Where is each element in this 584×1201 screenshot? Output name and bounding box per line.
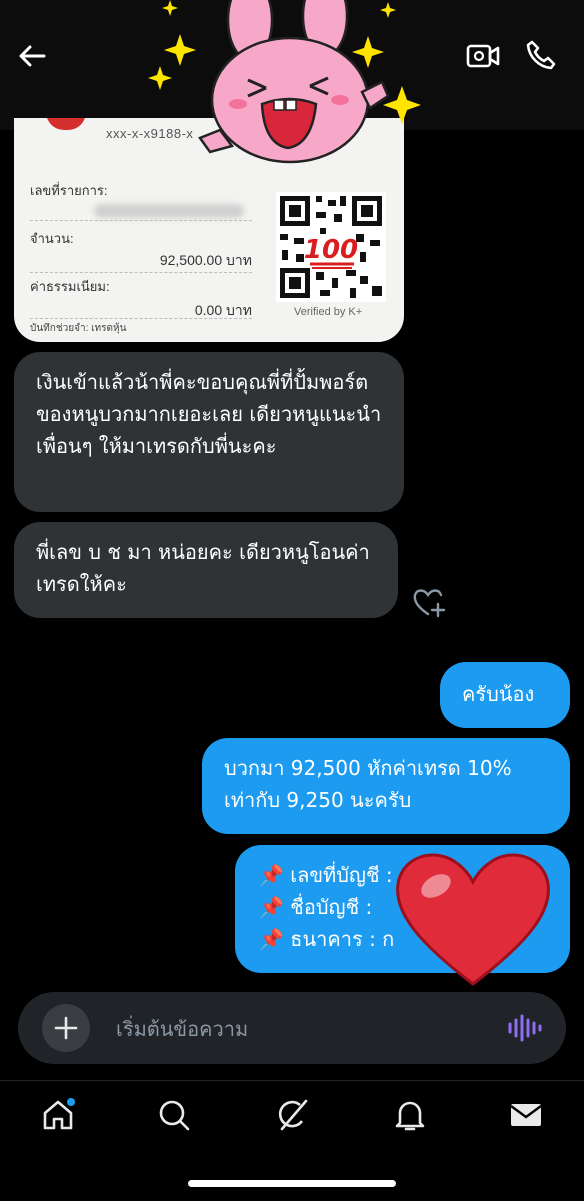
add-reaction-heart-icon[interactable]: [412, 586, 446, 618]
qr-code-icon: 100: [276, 192, 386, 302]
slip-amount-value: 92,500.00 บาท: [159, 252, 252, 268]
add-attachment-button[interactable]: [42, 1004, 90, 1052]
video-call-icon[interactable]: [465, 40, 501, 72]
slip-ref-redacted: [94, 204, 244, 218]
phone-call-icon[interactable]: [524, 38, 558, 72]
home-indicator: [188, 1180, 396, 1187]
slip-divider: [30, 272, 252, 273]
home-icon[interactable]: [40, 1097, 76, 1133]
plus-icon: [54, 1016, 78, 1040]
message-input[interactable]: [114, 1008, 478, 1050]
slip-verified-text: Verified by K+: [294, 306, 363, 318]
messages-envelope-icon[interactable]: [508, 1097, 544, 1133]
slip-divider: [30, 318, 252, 319]
message-composer: [18, 992, 566, 1064]
slip-amount-label: จำนวน:: [30, 231, 74, 246]
voice-message-icon[interactable]: [506, 1010, 542, 1046]
grok-icon[interactable]: [274, 1097, 310, 1133]
slip-fee-label: ค่าธรรมเนียม:: [30, 279, 110, 294]
back-arrow-icon[interactable]: [16, 40, 48, 72]
slip-memo: บันทึกช่วยจำ: เทรดหุ้น: [30, 323, 127, 334]
bank-logo: [46, 118, 86, 130]
outgoing-message[interactable]: ครับน้อง: [440, 662, 570, 728]
slip-divider: [30, 220, 252, 221]
notifications-bell-icon[interactable]: [392, 1097, 428, 1133]
red-heart-sticker: [396, 853, 550, 986]
incoming-message[interactable]: พี่เลข บ ช มา หน่อยคะ เดียวหนูโอนค่าเทรด…: [14, 522, 398, 618]
svg-text:100: 100: [304, 235, 358, 265]
slip-ref-label: เลขที่รายการ:: [30, 183, 108, 198]
outgoing-message[interactable]: บวกมา 92,500 หักค่าเทรด 10% เท่ากับ 9,25…: [202, 738, 570, 834]
bunny-sticker-image: [148, 0, 421, 164]
search-icon[interactable]: [156, 1097, 192, 1133]
incoming-message[interactable]: เงินเข้าแล้วน้าพี่คะขอบคุณพี่ที่ปั้มพอร์…: [14, 352, 404, 512]
